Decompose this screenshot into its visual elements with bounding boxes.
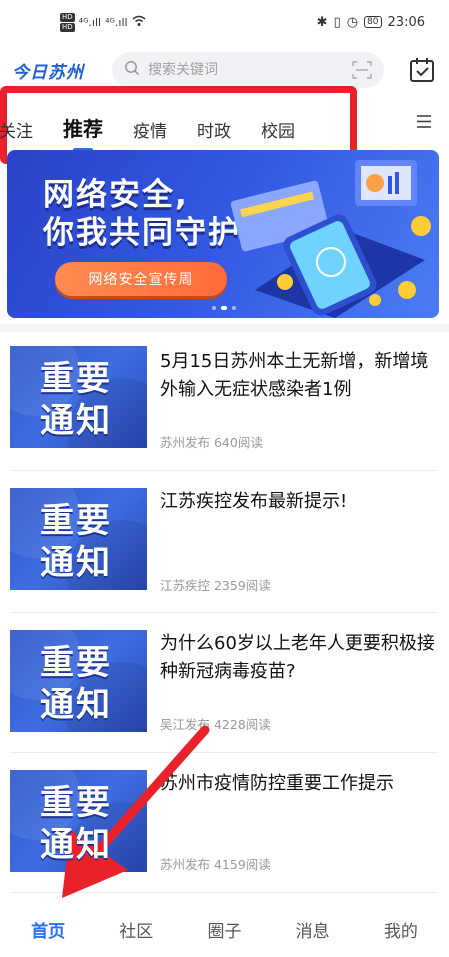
vibrate-icon: ▯	[333, 14, 341, 30]
status-left: HD HD ⁴ᴳ.ıll ⁴ᴳ.ıll	[60, 12, 146, 32]
list-divider	[10, 612, 438, 613]
news-thumbnail: 重要 通知	[10, 488, 147, 590]
promo-banner[interactable]: 网络安全, 你我共同守护 网络安全宣传周	[7, 150, 439, 318]
clock: 23:06	[387, 14, 425, 30]
banner-title-line: 你我共同守护	[43, 215, 241, 251]
hd-indicators: HD HD	[60, 12, 75, 32]
alarm-icon: ◷	[346, 14, 359, 30]
thumbnail-text-line: 重要	[40, 359, 112, 399]
status-right: ✱ ▯ ◷ 80 23:06	[317, 15, 425, 30]
calendar-check-icon[interactable]	[409, 56, 435, 84]
tab-politics[interactable]: 时政	[197, 117, 231, 142]
thumbnail-text-line: 通知	[40, 825, 112, 865]
scan-icon[interactable]	[352, 61, 372, 79]
search-input[interactable]	[148, 62, 352, 78]
banner-title: 网络安全, 你我共同守护	[43, 176, 241, 252]
battery-icon: 80	[364, 16, 382, 28]
news-title: 为什么60岁以上老年人更要积极接种新冠病毒疫苗?	[160, 633, 435, 682]
thumbnail-text-line: 重要	[40, 501, 112, 541]
news-meta: 吴江发布 4228阅读	[160, 717, 271, 732]
app-logo: 今日苏州	[12, 62, 84, 83]
news-title: 苏州市疫情防控重要工作提示	[160, 773, 394, 794]
news-item[interactable]: 重要 通知 5月15日苏州本土无新增，新增境外输入无症状感染者1例 苏州发布 6…	[0, 332, 449, 472]
thumbnail-text-line: 重要	[40, 783, 112, 823]
news-title: 江苏疾控发布最新提示!	[160, 491, 348, 512]
list-divider	[10, 892, 438, 893]
thumbnail-text: 重要 通知	[40, 500, 112, 584]
banner-title-line: 网络安全,	[43, 177, 189, 213]
thumbnail-text: 重要 通知	[40, 642, 112, 726]
search-icon	[124, 60, 140, 80]
thumbnail-text-line: 通知	[40, 401, 112, 441]
thumbnail-text: 重要 通知	[40, 358, 112, 442]
news-meta: 苏州发布 4159阅读	[160, 857, 271, 872]
thumbnail-text-line: 通知	[40, 543, 112, 583]
news-thumbnail: 重要 通知	[10, 630, 147, 732]
news-item[interactable]: 重要 通知 苏州市疫情防控重要工作提示 苏州发布 4159阅读	[0, 754, 449, 894]
signal-icon: ⁴ᴳ.ıll	[105, 15, 128, 29]
news-thumbnail: 重要 通知	[10, 770, 147, 872]
nav-profile[interactable]: 我的	[366, 917, 436, 942]
banner-button[interactable]: 网络安全宣传周	[55, 262, 227, 296]
thumbnail-text-line: 重要	[40, 643, 112, 683]
hd-badge: HD	[60, 22, 75, 32]
signal-icon: ⁴ᴳ.ıll	[78, 15, 102, 29]
news-meta: 苏州发布 640阅读	[160, 435, 263, 450]
section-divider	[0, 324, 449, 332]
banner-pagination	[212, 306, 236, 310]
pagination-dot-active	[221, 306, 227, 310]
pagination-dot	[212, 306, 216, 310]
banner-illustration	[230, 160, 431, 318]
news-thumbnail: 重要 通知	[10, 346, 147, 448]
thumbnail-text-line: 通知	[40, 685, 112, 725]
search-bar[interactable]	[112, 52, 384, 88]
channel-tabs: 关注 推荐 疫情 时政 校园	[0, 113, 325, 152]
news-item[interactable]: 重要 通知 为什么60岁以上老年人更要积极接种新冠病毒疫苗? 吴江发布 4228…	[0, 614, 449, 754]
thumbnail-text: 重要 通知	[40, 782, 112, 866]
menu-icon[interactable]	[417, 113, 431, 128]
status-bar: HD HD ⁴ᴳ.ıll ⁴ᴳ.ıll ✱ ▯ ◷ 80 23:06	[0, 0, 449, 44]
bluetooth-icon: ✱	[316, 14, 328, 30]
tab-campus[interactable]: 校园	[261, 117, 295, 142]
bottom-nav: 首页 社区 圈子 消息 我的	[0, 902, 449, 957]
pagination-dot	[232, 306, 236, 310]
news-item[interactable]: 重要 通知 江苏疾控发布最新提示! 江苏疾控 2359阅读	[0, 472, 449, 612]
list-divider	[10, 470, 438, 471]
tab-follow[interactable]: 关注	[0, 117, 33, 142]
news-meta: 江苏疾控 2359阅读	[160, 578, 271, 593]
list-divider	[10, 752, 438, 753]
nav-community[interactable]: 社区	[101, 917, 171, 942]
nav-circles[interactable]: 圈子	[189, 917, 259, 942]
hd-badge: HD	[60, 12, 75, 22]
wifi-icon	[132, 15, 146, 30]
news-title: 5月15日苏州本土无新增，新增境外输入无症状感染者1例	[160, 351, 429, 400]
tab-recommend[interactable]: 推荐	[63, 113, 103, 152]
nav-home[interactable]: 首页	[13, 917, 83, 942]
nav-messages[interactable]: 消息	[278, 917, 348, 942]
tab-epidemic[interactable]: 疫情	[133, 117, 167, 142]
